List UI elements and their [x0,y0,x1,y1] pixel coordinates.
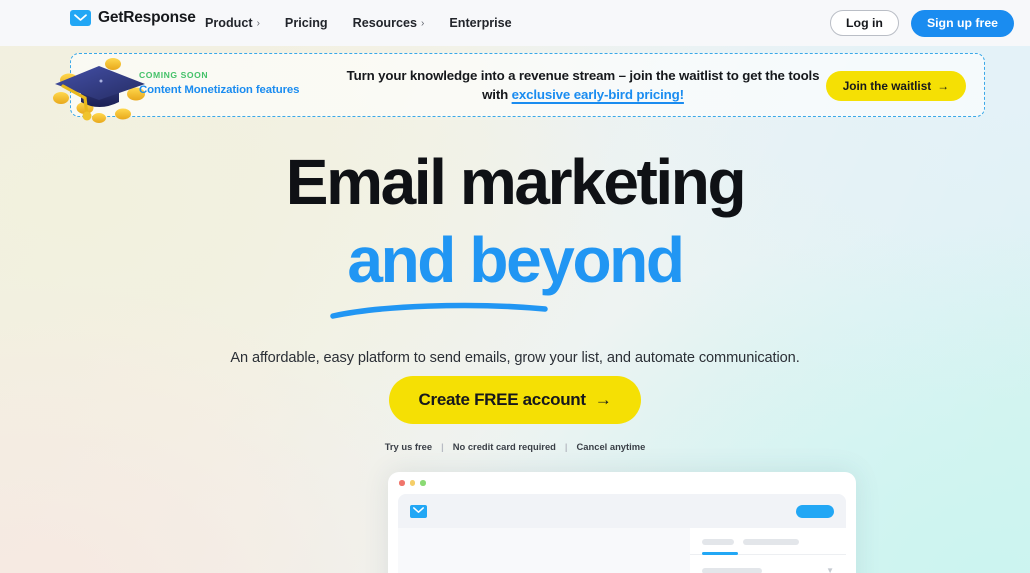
cta-note: No credit card required [452,441,556,452]
login-button[interactable]: Log in [830,10,899,36]
signup-free-button[interactable]: Sign up free [910,9,1014,37]
promo-banner: COMING SOON Content Monetization feature… [53,53,985,123]
app-screenshot-mockup: ▼ [388,472,856,573]
create-free-account-label: Create FREE account [418,390,586,409]
mockup-side-panel: ▼ [690,528,846,573]
promo-kicker: COMING SOON [139,70,209,80]
nav-item-pricing[interactable]: Pricing [285,16,328,30]
note-separator: | [441,441,444,452]
join-waitlist-button[interactable]: Join the waitlist → [825,71,966,101]
nav-item-enterprise[interactable]: Enterprise [449,16,511,30]
envelope-icon [410,504,427,518]
mockup-skeleton-row [690,528,846,545]
nav-item-resources[interactable]: Resources › [353,16,425,30]
cta-note: Cancel anytime [576,441,646,452]
page-root: GetResponse Product › Pricing Resources … [0,0,1030,573]
join-waitlist-label: Join the waitlist [842,79,932,93]
hero-cta-area: Create FREE account → Try us free | No c… [0,376,1030,452]
chevron-down-icon: ▼ [826,566,834,573]
chevron-right-icon: › [421,17,425,29]
mockup-window-bar [388,472,856,494]
brand-logo[interactable]: GetResponse [70,9,196,27]
promo-message: Turn your knowledge into a revenue strea… [333,67,833,105]
promo-labels: COMING SOON Content Monetization feature… [139,70,299,96]
hero-section: Email marketing and beyond An affordable… [0,150,1030,370]
nav-item-product[interactable]: Product › [205,16,260,30]
skeleton-bar [743,539,799,545]
hero-title-line1: Email marketing [285,146,747,218]
site-header: GetResponse Product › Pricing Resources … [0,0,1030,46]
nav-label: Enterprise [449,16,512,30]
window-dot-red [399,480,405,486]
cta-notes: Try us free | No credit card required | … [0,441,1030,452]
hero-subtitle: An affordable, easy platform to send ema… [230,350,800,366]
mockup-select-field: ▼ [690,555,846,573]
promo-subtitle: Content Monetization features [139,84,300,96]
mockup-tab-underline [690,552,846,555]
nav-label: Resources [352,16,418,30]
chevron-right-icon: › [256,17,260,29]
cta-note: Try us free [384,441,433,452]
mockup-primary-button [796,504,834,518]
header-actions: Log in Sign up free [830,0,1014,46]
envelope-icon [70,10,91,26]
hero-title-line2: and beyond [347,224,685,296]
hero-title-line2-wrap: and beyond [330,228,685,319]
window-dot-green [420,480,426,486]
note-separator: | [564,441,568,452]
mockup-active-tab-indicator [702,552,738,555]
promo-message-link[interactable]: exclusive early-bird pricing! [512,87,684,102]
skeleton-bar [702,567,762,573]
create-free-account-button[interactable]: Create FREE account → [388,376,642,424]
arrow-right-icon: → [594,390,612,409]
brand-name: GetResponse [98,9,196,26]
arrow-right-icon: → [937,79,949,93]
skeleton-bar [702,539,734,545]
nav-label: Pricing [284,16,328,30]
mockup-app-body: ▼ [398,494,846,573]
nav-label: Product [205,16,253,30]
mockup-app-topbar [398,494,846,528]
window-dot-yellow [409,480,415,486]
hero-underline-stroke [330,302,549,319]
primary-nav: Product › Pricing Resources › Enterprise [205,0,512,46]
